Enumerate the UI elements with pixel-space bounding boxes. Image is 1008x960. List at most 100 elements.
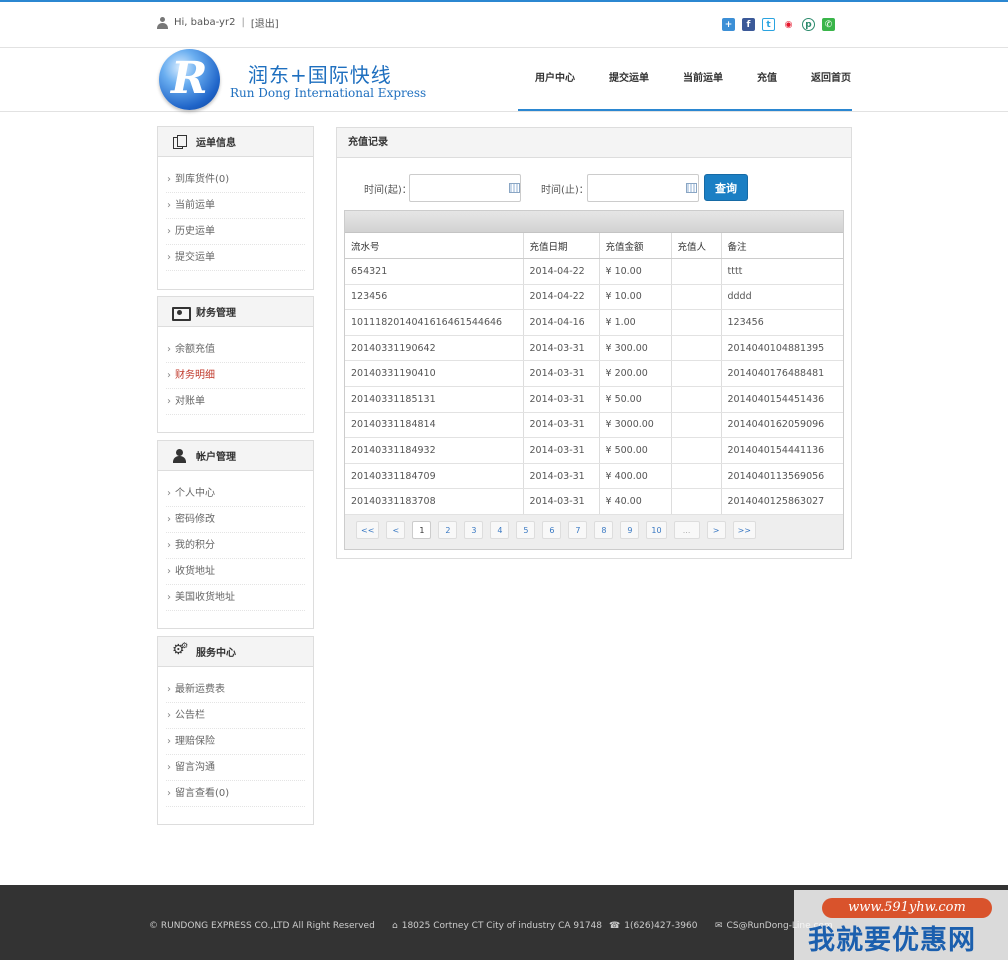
page-button[interactable]: 9 (620, 521, 640, 540)
share-plus-icon[interactable]: + (722, 18, 735, 31)
watermark-url: www.591yhw.com (822, 898, 992, 918)
cell-date: 2014-04-16 (523, 309, 600, 336)
cell-date: 2014-03-31 (523, 488, 600, 516)
money-icon (172, 305, 191, 321)
cell-amount: ¥ 3000.00 (599, 412, 672, 439)
sidebar-item[interactable]: 密码修改 (166, 507, 305, 533)
page-button[interactable]: 4 (490, 521, 510, 540)
user-icon (157, 16, 168, 29)
logo-title-en: Run Dong International Express (230, 86, 427, 100)
cell-person (671, 437, 722, 464)
page-button[interactable]: 6 (542, 521, 562, 540)
date-to-input[interactable] (587, 174, 699, 202)
wechat-icon[interactable]: ✆ (822, 18, 835, 31)
sidebar-item[interactable]: 对账单 (166, 389, 305, 415)
separator: | (241, 17, 245, 28)
col-date[interactable]: 充值日期 (523, 233, 600, 260)
cell-person (671, 360, 722, 388)
page-button[interactable]: 5 (516, 521, 536, 540)
col-person[interactable]: 充值人 (671, 233, 722, 260)
cell-note: tttt (721, 258, 843, 285)
social-links: + f t ◉ p ✆ (722, 18, 835, 31)
calendar-icon[interactable] (686, 183, 697, 193)
cell-person (671, 463, 722, 490)
page-button[interactable]: >> (732, 521, 756, 540)
nav-user-center[interactable]: 用户中心 (518, 48, 592, 112)
nav-home[interactable]: 返回首页 (794, 48, 868, 112)
page-button[interactable]: << (356, 521, 380, 540)
cell-serial: 20140331190410 (345, 360, 524, 388)
sidebar-item[interactable]: 留言沟通 (166, 755, 305, 781)
logo-title-cn: 润东+国际快线 (248, 63, 392, 87)
sidebar-title: 帐户管理 (196, 452, 236, 463)
cell-date: 2014-04-22 (523, 284, 600, 311)
cell-person (671, 284, 722, 311)
sidebar-item[interactable]: 当前运单 (166, 193, 305, 219)
sidebar-item[interactable]: 理赔保险 (166, 729, 305, 755)
cell-person (671, 386, 722, 413)
sidebar-item[interactable]: 留言查看(0) (166, 781, 305, 807)
cell-amount: ¥ 300.00 (599, 335, 672, 362)
records-grid: 流水号 充值日期 充值金额 充值人 备注 654321 2014-04-22 ¥ 1… (344, 210, 844, 550)
gear-icon (172, 641, 188, 659)
cell-person (671, 335, 722, 362)
page-button[interactable]: 7 (568, 521, 588, 540)
twitter-icon[interactable]: t (762, 18, 775, 31)
sidebar-panel-account: 帐户管理 个人中心 密码修改 我的积分 收货地址 美国收货地址 (157, 440, 314, 629)
col-note[interactable]: 备注 (721, 233, 843, 260)
page-button[interactable]: 8 (594, 521, 614, 540)
sidebar-item-active[interactable]: 财务明细 (166, 363, 305, 389)
sidebar-item[interactable]: 公告栏 (166, 703, 305, 729)
sidebar-panel-service: 服务中心 最新运费表 公告栏 理赔保险 留言沟通 留言查看(0) (157, 636, 314, 825)
sidebar-item[interactable]: 提交运单 (166, 245, 305, 271)
nav-submit-waybill[interactable]: 提交运单 (592, 48, 666, 112)
sidebar-item[interactable]: 我的积分 (166, 533, 305, 559)
col-serial[interactable]: 流水号 (345, 233, 524, 260)
pagination: << <1 2 3 4 5 6 7 8 9 10... > >> (345, 515, 843, 546)
date-from-input[interactable] (409, 174, 521, 202)
weibo-icon[interactable]: ◉ (782, 18, 795, 31)
page-button[interactable]: 3 (464, 521, 484, 540)
cell-serial: 20140331184814 (345, 412, 524, 439)
sidebar-item[interactable]: 余额充值 (166, 337, 305, 363)
sidebar-item[interactable]: 到库货件(0) (166, 167, 305, 193)
query-button[interactable]: 查询 (704, 174, 748, 201)
cell-date: 2014-03-31 (523, 412, 600, 439)
cell-date: 2014-03-31 (523, 360, 600, 388)
cell-person (671, 309, 722, 336)
page-button-current[interactable]: 1 (412, 521, 432, 540)
page-button[interactable]: < (386, 521, 406, 540)
page-button[interactable]: 2 (438, 521, 458, 540)
sidebar-item[interactable]: 收货地址 (166, 559, 305, 585)
cell-note: 2014040176488481 (721, 360, 843, 388)
user-area: Hi, baba-yr2 | [退出] (157, 15, 279, 30)
logout-link[interactable]: [退出] (251, 15, 279, 30)
cell-amount: ¥ 50.00 (599, 386, 672, 413)
watermark-text: 我就要优惠网 (808, 925, 976, 956)
col-amount[interactable]: 充值金额 (599, 233, 672, 260)
logo-icon[interactable]: R (159, 49, 220, 110)
sidebar-panel-finance: 财务管理 余额充值 财务明细 对账单 (157, 296, 314, 433)
filter-bar: 时间(起)： 时间(止)： 查询 (337, 172, 851, 204)
sidebar-head: 运单信息 (158, 127, 313, 157)
page-button[interactable]: ... (673, 521, 700, 540)
table-row: 20140331184709 2014-03-31 ¥ 400.00 20140401… (345, 463, 843, 490)
sidebar-item[interactable]: 历史运单 (166, 219, 305, 245)
cell-note: 2014040162059096 (721, 412, 843, 439)
sidebar-item[interactable]: 最新运费表 (166, 677, 305, 703)
calendar-icon[interactable] (509, 183, 520, 193)
cell-date: 2014-03-31 (523, 463, 600, 490)
page-button[interactable]: > (706, 521, 726, 540)
nav-recharge[interactable]: 充值 (740, 48, 794, 112)
sidebar-item[interactable]: 个人中心 (166, 481, 305, 507)
sidebar-item[interactable]: 美国收货地址 (166, 585, 305, 611)
user-icon (172, 448, 188, 463)
cell-serial: 20140331185131 (345, 386, 524, 413)
footer-phone-text: 1(626)427-3960 (624, 921, 698, 931)
nav-current-waybill[interactable]: 当前运单 (666, 48, 740, 112)
cell-amount: ¥ 500.00 (599, 437, 672, 464)
pinterest-icon[interactable]: p (802, 18, 815, 31)
page-button[interactable]: 10 (646, 521, 667, 540)
facebook-icon[interactable]: f (742, 18, 755, 31)
nav-underline (518, 109, 852, 111)
